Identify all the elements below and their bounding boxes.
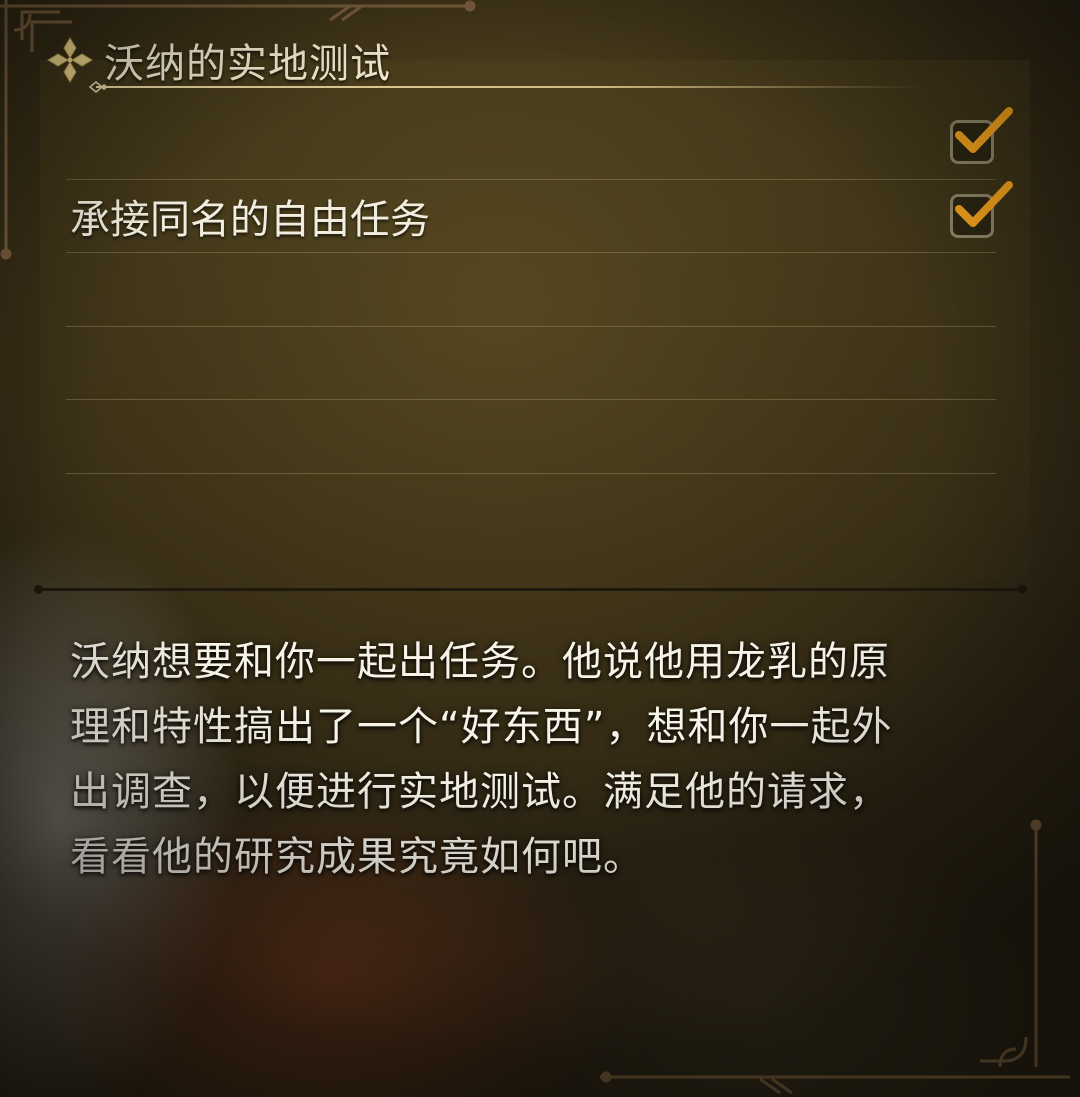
divider-dot [1018, 585, 1027, 594]
quest-title: 沃纳的实地测试 [104, 41, 391, 87]
quest-description: 沃纳想要和你一起出任务。他说他用龙乳的原理和特性搞出了一个“好东西”，想和你一起… [70, 639, 893, 880]
objective-checkbox [950, 107, 1013, 165]
objective-row [66, 327, 996, 400]
objective-row [66, 253, 996, 327]
check-mark-icon [955, 107, 1013, 154]
title-underline [96, 86, 926, 88]
objective-row [66, 400, 996, 474]
divider-dot [34, 585, 43, 594]
objective-checkbox [950, 180, 1013, 238]
section-divider [34, 585, 1027, 594]
objective-label: 承接同名的自由任务 [70, 196, 430, 243]
objective-row [66, 106, 1013, 180]
objective-row: 承接同名的自由任务 [66, 180, 1013, 253]
check-mark-icon [955, 180, 1013, 227]
objective-list: 承接同名的自由任务 [66, 106, 1013, 474]
quest-screen: 沃纳的实地测试 承接同名的自由任务 沃纳想要和你一起出任务。他说他用龙乳的原理和… [0, 0, 1080, 1097]
quest-diamond-icon [47, 37, 93, 83]
